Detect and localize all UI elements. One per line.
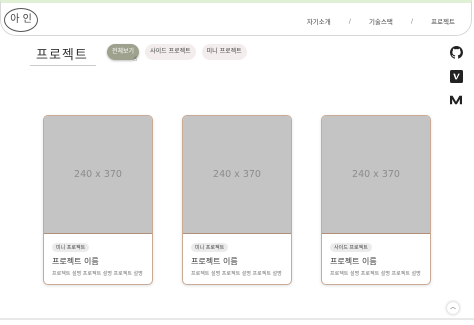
medium-icon[interactable] [448, 92, 464, 108]
project-card[interactable]: 240 x 370 미니 프로젝트 프로젝트 이름 프로젝트 설명 프로젝트 설… [43, 115, 153, 285]
project-card[interactable]: 240 x 370 미니 프로젝트 프로젝트 이름 프로젝트 설명 프로젝트 설… [182, 115, 292, 285]
nav-about[interactable]: 자기소개 [307, 16, 331, 26]
nav-projects[interactable]: 프로젝트 [431, 16, 455, 26]
project-thumbnail: 240 x 370 [44, 116, 152, 234]
project-description: 프로젝트 설명 프로젝트 설명 프로젝트 설명 [52, 271, 143, 277]
project-tag: 사이드 프로젝트 [330, 243, 372, 252]
page-title: 프로젝트 [36, 48, 88, 63]
nav-skills[interactable]: 기술스택 [369, 16, 393, 26]
project-tag: 미니 프로젝트 [52, 243, 90, 252]
filter-mini-project[interactable]: 미니 프로젝트 [201, 44, 247, 60]
filter-side-project[interactable]: 사이드 프로젝트 [145, 44, 196, 60]
pointer-cursor-icon: ☝ [133, 55, 138, 63]
nav-separator: / [410, 17, 414, 25]
project-title: 프로젝트 이름 [52, 257, 99, 266]
project-title: 프로젝트 이름 [191, 257, 238, 266]
scroll-to-top-button[interactable]: ︿ [447, 302, 459, 314]
filter-tabs: 전체보기 사이드 프로젝트 미니 프로젝트 [107, 44, 247, 60]
nav-separator: / [348, 17, 351, 25]
project-card[interactable]: 240 x 370 사이드 프로젝트 프로젝트 이름 프로젝트 설명 프로젝트 … [321, 115, 431, 285]
project-description: 프로젝트 설명 프로젝트 설명 프로젝트 설명 [330, 271, 421, 277]
page-title-wrap: 프로젝트 [30, 44, 96, 66]
logo[interactable]: 아 인 [4, 8, 38, 32]
project-thumbnail: 240 x 370 [183, 116, 291, 234]
velog-icon[interactable] [448, 68, 464, 84]
chevron-up-icon: ︿ [449, 304, 456, 311]
project-title: 프로젝트 이름 [330, 257, 377, 266]
project-description: 프로젝트 설명 프로젝트 설명 프로젝트 설명 [191, 271, 282, 277]
footer-divider [0, 318, 474, 320]
github-icon[interactable] [448, 44, 464, 60]
project-thumbnail: 240 x 370 [322, 116, 430, 234]
header: 아 인 자기소개 / 기술스택 / 프로젝트 [0, 0, 472, 36]
main-nav: 자기소개 / 기술스택 / 프로젝트 [307, 16, 455, 26]
project-tag: 미니 프로젝트 [191, 243, 229, 252]
social-links [448, 44, 464, 108]
